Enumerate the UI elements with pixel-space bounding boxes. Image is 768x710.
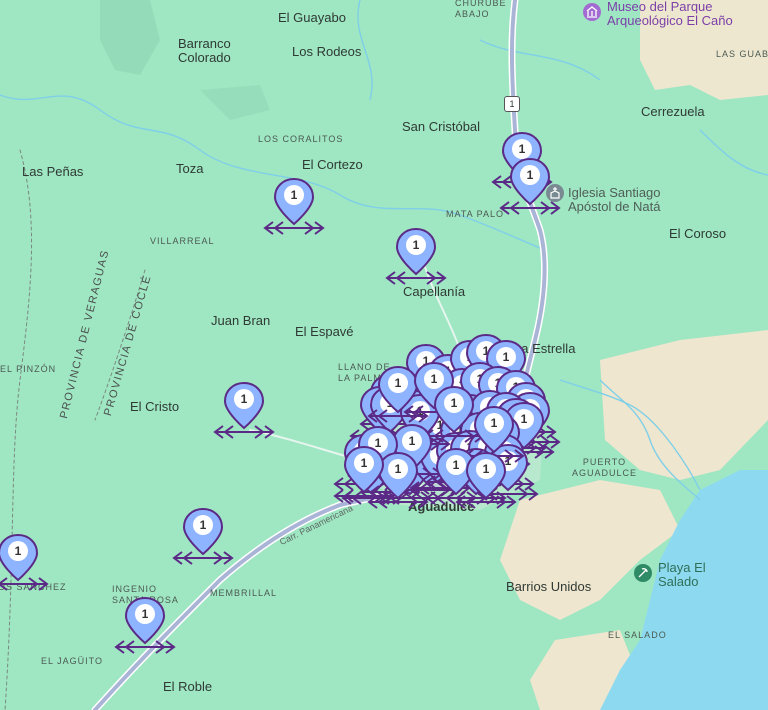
- route-1-shield: 1: [504, 96, 520, 112]
- place-label-las-penas: Las Peñas: [22, 164, 84, 179]
- map-canvas[interactable]: 1 El Guayabo Barranco Colorado Los Rodeo…: [0, 0, 768, 710]
- museum-icon[interactable]: [583, 3, 601, 21]
- poi-label-iglesia[interactable]: Iglesia Santiago Apóstol de Natá: [568, 186, 661, 214]
- cluster-marker[interactable]: 1: [333, 445, 395, 506]
- place-label-villarreal: VILLARREAL: [150, 236, 215, 246]
- place-label-las-guabas: LAS GUABA: [716, 49, 768, 59]
- poi-label-museo[interactable]: Museo del Parque Arqueológico El Caño: [607, 0, 733, 28]
- cluster-marker[interactable]: 1: [172, 507, 234, 568]
- marker-count-label: 1: [360, 456, 368, 470]
- cluster-marker[interactable]: 1: [213, 381, 275, 442]
- place-label-juan-bran: Juan Bran: [211, 313, 271, 328]
- place-label-el-cristo: El Cristo: [130, 399, 180, 414]
- place-label-mata-palo: MATA PALO: [446, 209, 505, 219]
- marker-count-label: 1: [526, 168, 534, 182]
- marker-count-label: 1: [199, 518, 207, 532]
- marker-count-label: 1: [490, 416, 498, 430]
- place-label-san-cristobal: San Cristóbal: [402, 119, 481, 134]
- cluster-marker[interactable]: 1: [0, 533, 49, 594]
- place-label-churube-abajo: CHURUBE ABAJO: [455, 0, 507, 19]
- marker-count-label: 1: [141, 607, 149, 621]
- place-label-barranco-colorado: Barranco Colorado: [178, 36, 231, 65]
- place-label-el-guayabo: El Guayabo: [278, 10, 346, 25]
- place-label-el-coroso: El Coroso: [669, 226, 727, 241]
- place-label-barrios-unidos: Barrios Unidos: [506, 579, 592, 594]
- cluster-marker[interactable]: 1: [114, 596, 176, 657]
- place-label-el-espave: El Espavé: [295, 324, 354, 339]
- beach-icon[interactable]: [634, 564, 652, 582]
- marker-count-label: 1: [240, 392, 248, 406]
- place-label-membrillal: MEMBRILLAL: [210, 588, 278, 598]
- marker-count-label: 1: [14, 544, 22, 558]
- place-label-puerto-aguadulce: PUERTO AGUADULCE: [572, 457, 638, 478]
- marker-count-label: 1: [412, 238, 420, 252]
- place-label-toza: Toza: [176, 161, 204, 176]
- cluster-marker[interactable]: 1: [263, 177, 325, 238]
- place-label-los-rodeos: Los Rodeos: [292, 44, 362, 59]
- place-label-el-salado: EL SALADO: [608, 630, 667, 640]
- place-label-cerrezuela: Cerrezuela: [641, 104, 705, 119]
- cluster-marker[interactable]: 1: [455, 451, 517, 512]
- marker-count-label: 1: [482, 462, 490, 476]
- cluster-marker[interactable]: 1: [499, 157, 561, 218]
- poi-label-playa-el-salado[interactable]: Playa El Salado: [658, 561, 706, 589]
- marker-count-label: 1: [290, 188, 298, 202]
- place-label-el-roble: El Roble: [163, 679, 213, 694]
- place-label-el-jaguito: EL JAGÜITO: [41, 656, 104, 666]
- place-label-el-pinzon: EL PINZÓN: [0, 364, 57, 374]
- cluster-marker[interactable]: 1: [385, 227, 447, 288]
- place-label-los-coralitos: LOS CORALITOS: [258, 134, 344, 144]
- place-label-el-cortezo: El Cortezo: [302, 157, 363, 172]
